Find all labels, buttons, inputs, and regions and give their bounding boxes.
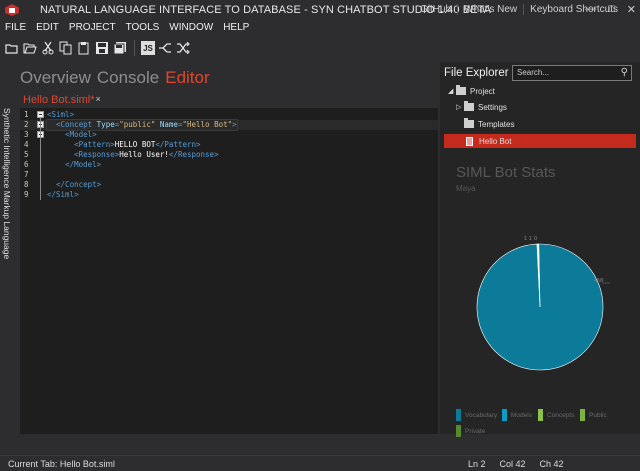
line-number: 2: [24, 120, 29, 129]
data-label: 458: [594, 278, 603, 284]
paste-icon[interactable]: [76, 40, 92, 56]
file-icon: [466, 136, 473, 146]
column-status: Col 42: [499, 459, 526, 469]
cut-icon[interactable]: [40, 40, 56, 56]
github-link[interactable]: GitHub: [414, 4, 457, 15]
toolbar: JS: [0, 37, 191, 59]
legend-item-vocabulary[interactable]: Vocabulary: [456, 409, 497, 421]
menu-project[interactable]: PROJECT: [64, 20, 121, 36]
tab-console[interactable]: Console: [97, 68, 159, 88]
search-placeholder: Search...: [517, 68, 550, 77]
folder-icon: [464, 118, 474, 128]
legend-item-public[interactable]: Public: [580, 409, 607, 421]
tree-item-label: Templates: [478, 119, 515, 129]
minimize-button[interactable]: —: [585, 3, 596, 16]
data-label: 0: [534, 236, 537, 242]
pie-chart: 458 1 10: [440, 222, 640, 422]
char-status: Ch 42: [539, 459, 564, 469]
menu-window[interactable]: WINDOW: [164, 20, 218, 36]
code-text: <Pattern>HELLO BOT</Pattern>: [74, 140, 201, 149]
line-number: 9: [24, 190, 29, 199]
status-bar: Current Tab: Hello Bot.siml Ln 2 Col 42 …: [0, 455, 640, 471]
main-tabs: Overview Console Editor: [20, 68, 210, 88]
menu-tools[interactable]: TOOLS: [121, 20, 165, 36]
shuffle-icon[interactable]: [175, 40, 191, 56]
pie-chart-svg: 458 1 10: [476, 236, 610, 371]
file-explorer-panel: File Explorer Search... ⚲ ◢ Project ▷ Se…: [440, 62, 640, 437]
whats-new-link[interactable]: What's New: [457, 4, 523, 15]
search-icon[interactable]: ⚲: [621, 67, 628, 78]
data-label: 1 1: [524, 236, 532, 242]
save-icon[interactable]: [94, 40, 110, 56]
stats-subtitle: Maya: [456, 184, 476, 193]
stats-title: SIML Bot Stats: [456, 164, 556, 181]
tree-item-templates[interactable]: Templates: [464, 118, 514, 130]
open-folder-icon[interactable]: [4, 40, 20, 56]
legend-item-concepts[interactable]: Concepts: [538, 409, 574, 421]
close-tab-icon[interactable]: ×: [96, 94, 101, 104]
tree-item-label: Hello Bot: [479, 136, 512, 146]
tree-item-label: Settings: [478, 102, 507, 112]
collapsed-arrow-icon[interactable]: ▷: [456, 103, 464, 111]
menu-edit[interactable]: EDIT: [31, 20, 64, 36]
legend-swatch: [456, 425, 461, 437]
folder-icon: [456, 85, 466, 95]
code-text: <Concept Type="public" Name="Hello Bot">: [46, 119, 238, 131]
save-all-icon[interactable]: [112, 40, 128, 56]
line-number: 4: [24, 140, 29, 149]
legend-item-models[interactable]: Models: [502, 409, 532, 421]
cursor-position: Ln 2 Col 42 Ch 42: [468, 459, 564, 469]
code-text: <Siml>: [47, 110, 75, 119]
legend-swatch: [538, 409, 543, 421]
legend-swatch: [580, 409, 585, 421]
tree-item-project[interactable]: ◢ Project: [448, 85, 495, 97]
copy-icon[interactable]: [58, 40, 74, 56]
document-tab-label: Hello Bot.siml*: [23, 94, 95, 106]
maximize-button[interactable]: □: [608, 3, 615, 16]
window-controls: — □ ✕: [585, 3, 636, 16]
line-number: 7: [24, 170, 29, 179]
line-number: 3: [24, 130, 29, 139]
code-editor[interactable]: 1 <Siml> 2 <Concept Type="public" Name="He…: [20, 108, 438, 434]
code-text: </Siml>: [47, 190, 79, 199]
menu-help[interactable]: HELP: [218, 20, 254, 36]
line-number: 1: [24, 110, 29, 119]
folder-icon: [464, 101, 474, 111]
side-label: Synthetic Intelligence Markup Language: [2, 108, 12, 260]
code-text: </Concept>: [56, 180, 102, 189]
document-tab[interactable]: Hello Bot.siml*×: [23, 94, 101, 106]
code-line[interactable]: 2 <Concept Type="public" Name="Hello Bot…: [20, 119, 438, 131]
line-number: 5: [24, 150, 29, 159]
open-file-icon[interactable]: [22, 40, 38, 56]
fold-guide: [40, 118, 41, 200]
tree-item-hello-bot[interactable]: Hello Bot: [466, 135, 511, 147]
menu-file[interactable]: FILE: [0, 20, 31, 36]
app-logo-icon: [4, 2, 20, 18]
tree-item-label: Project: [470, 86, 495, 96]
legend-swatch: [456, 409, 461, 421]
line-number: 6: [24, 160, 29, 169]
js-icon[interactable]: JS: [141, 41, 155, 55]
split-icon[interactable]: [157, 40, 173, 56]
current-tab-status: Current Tab: Hello Bot.siml: [8, 459, 115, 469]
tree-item-settings[interactable]: ▷ Settings: [456, 101, 507, 113]
close-button[interactable]: ✕: [627, 3, 636, 16]
title-bar: NATURAL LANGUAGE INTERFACE TO DATABASE -…: [0, 0, 640, 20]
legend-item-private[interactable]: Private: [456, 425, 485, 437]
tab-editor[interactable]: Editor: [165, 68, 209, 88]
menu-bar: FILE EDIT PROJECT TOOLS WINDOW HELP: [0, 20, 640, 36]
tab-overview[interactable]: Overview: [20, 68, 91, 88]
line-status: Ln 2: [468, 459, 486, 469]
toolbar-separator: [134, 40, 135, 56]
fold-toggle-icon[interactable]: [37, 111, 44, 118]
file-explorer-title: File Explorer: [444, 67, 509, 79]
code-text: </Model>: [65, 160, 102, 169]
search-input[interactable]: Search... ⚲: [512, 65, 632, 81]
line-number: 8: [24, 180, 29, 189]
code-text: <Response>Hello User!</Response>: [74, 150, 219, 159]
legend-swatch: [502, 409, 507, 421]
expanded-arrow-icon[interactable]: ◢: [448, 87, 456, 95]
code-text: <Model>: [65, 130, 97, 139]
